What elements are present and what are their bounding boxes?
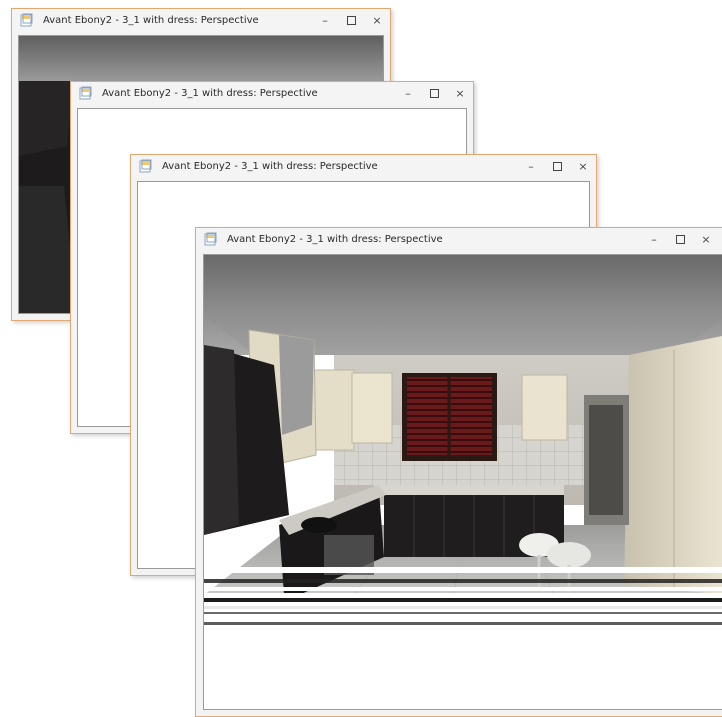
app-document-icon: [204, 232, 217, 246]
window-controls: – ×: [395, 82, 473, 104]
close-icon: ×: [455, 86, 465, 100]
maximize-icon: [346, 15, 356, 25]
minimize-icon: –: [528, 159, 534, 173]
minimize-icon: –: [651, 232, 657, 246]
title-bar[interactable]: Avant Ebony2 - 3_1 with dress: Perspecti…: [196, 228, 722, 250]
viewport[interactable]: [203, 254, 722, 710]
maximize-button[interactable]: [421, 82, 447, 104]
title-bar[interactable]: Avant Ebony2 - 3_1 with dress: Perspecti…: [71, 82, 473, 104]
minimize-button[interactable]: –: [641, 228, 667, 250]
kitchen-render: [204, 255, 722, 709]
minimize-icon: –: [322, 13, 328, 27]
window-controls: – ×: [312, 9, 390, 31]
title-bar[interactable]: Avant Ebony2 - 3_1 with dress: Perspecti…: [131, 155, 596, 177]
maximize-icon: [429, 88, 439, 98]
app-document-icon: [79, 86, 92, 100]
minimize-icon: –: [405, 86, 411, 100]
close-icon: ×: [701, 232, 711, 246]
close-icon: ×: [578, 159, 588, 173]
window-title: Avant Ebony2 - 3_1 with dress: Perspecti…: [102, 87, 318, 99]
app-document-icon: [139, 159, 152, 173]
maximize-button[interactable]: [544, 155, 570, 177]
close-button[interactable]: ×: [570, 155, 596, 177]
close-button[interactable]: ×: [447, 82, 473, 104]
window-controls: – ×: [518, 155, 596, 177]
window-title: Avant Ebony2 - 3_1 with dress: Perspecti…: [162, 160, 378, 172]
maximize-icon: [552, 161, 562, 171]
close-icon: ×: [372, 13, 382, 27]
close-button[interactable]: ×: [364, 9, 390, 31]
minimize-button[interactable]: –: [395, 82, 421, 104]
app-document-icon: [20, 13, 33, 27]
maximize-icon: [675, 234, 685, 244]
window-title: Avant Ebony2 - 3_1 with dress: Perspecti…: [43, 14, 259, 26]
render-window-4[interactable]: Avant Ebony2 - 3_1 with dress: Perspecti…: [195, 227, 722, 717]
maximize-button[interactable]: [667, 228, 693, 250]
minimize-button[interactable]: –: [518, 155, 544, 177]
close-button[interactable]: ×: [693, 228, 719, 250]
window-controls: – ×: [641, 228, 719, 250]
maximize-button[interactable]: [338, 9, 364, 31]
minimize-button[interactable]: –: [312, 9, 338, 31]
window-title: Avant Ebony2 - 3_1 with dress: Perspecti…: [227, 233, 443, 245]
title-bar[interactable]: Avant Ebony2 - 3_1 with dress: Perspecti…: [12, 9, 390, 31]
